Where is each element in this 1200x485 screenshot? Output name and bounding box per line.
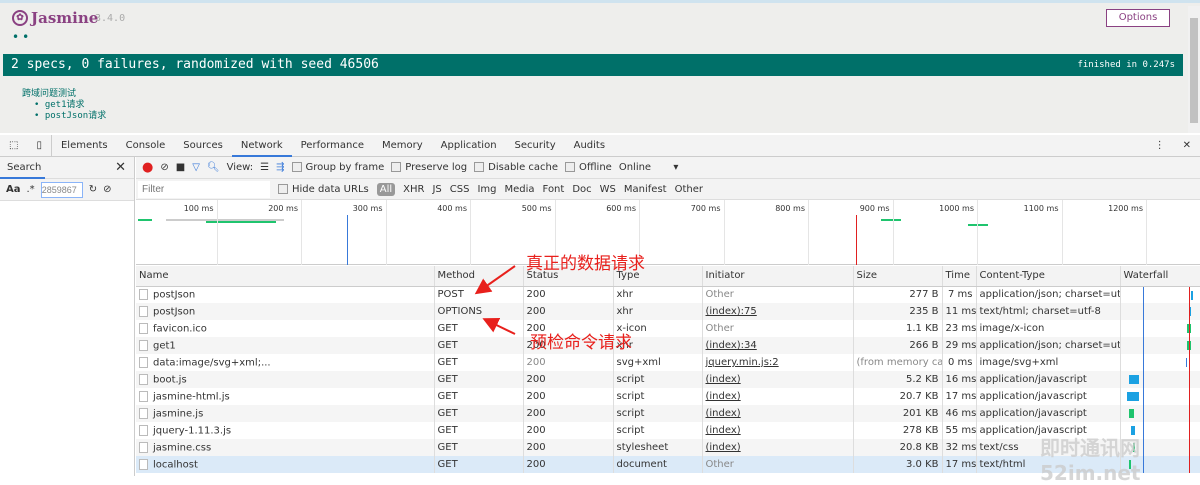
- watermark: 即时通讯网 52im.net: [1040, 436, 1141, 485]
- annotation-arrows: [474, 265, 516, 335]
- annotation-real-request: 真正的数据请求: [526, 254, 645, 274]
- annotation-preflight: 预检命令请求: [530, 333, 632, 353]
- arrow-to-post: [474, 265, 516, 295]
- arrow-to-options: [482, 318, 516, 335]
